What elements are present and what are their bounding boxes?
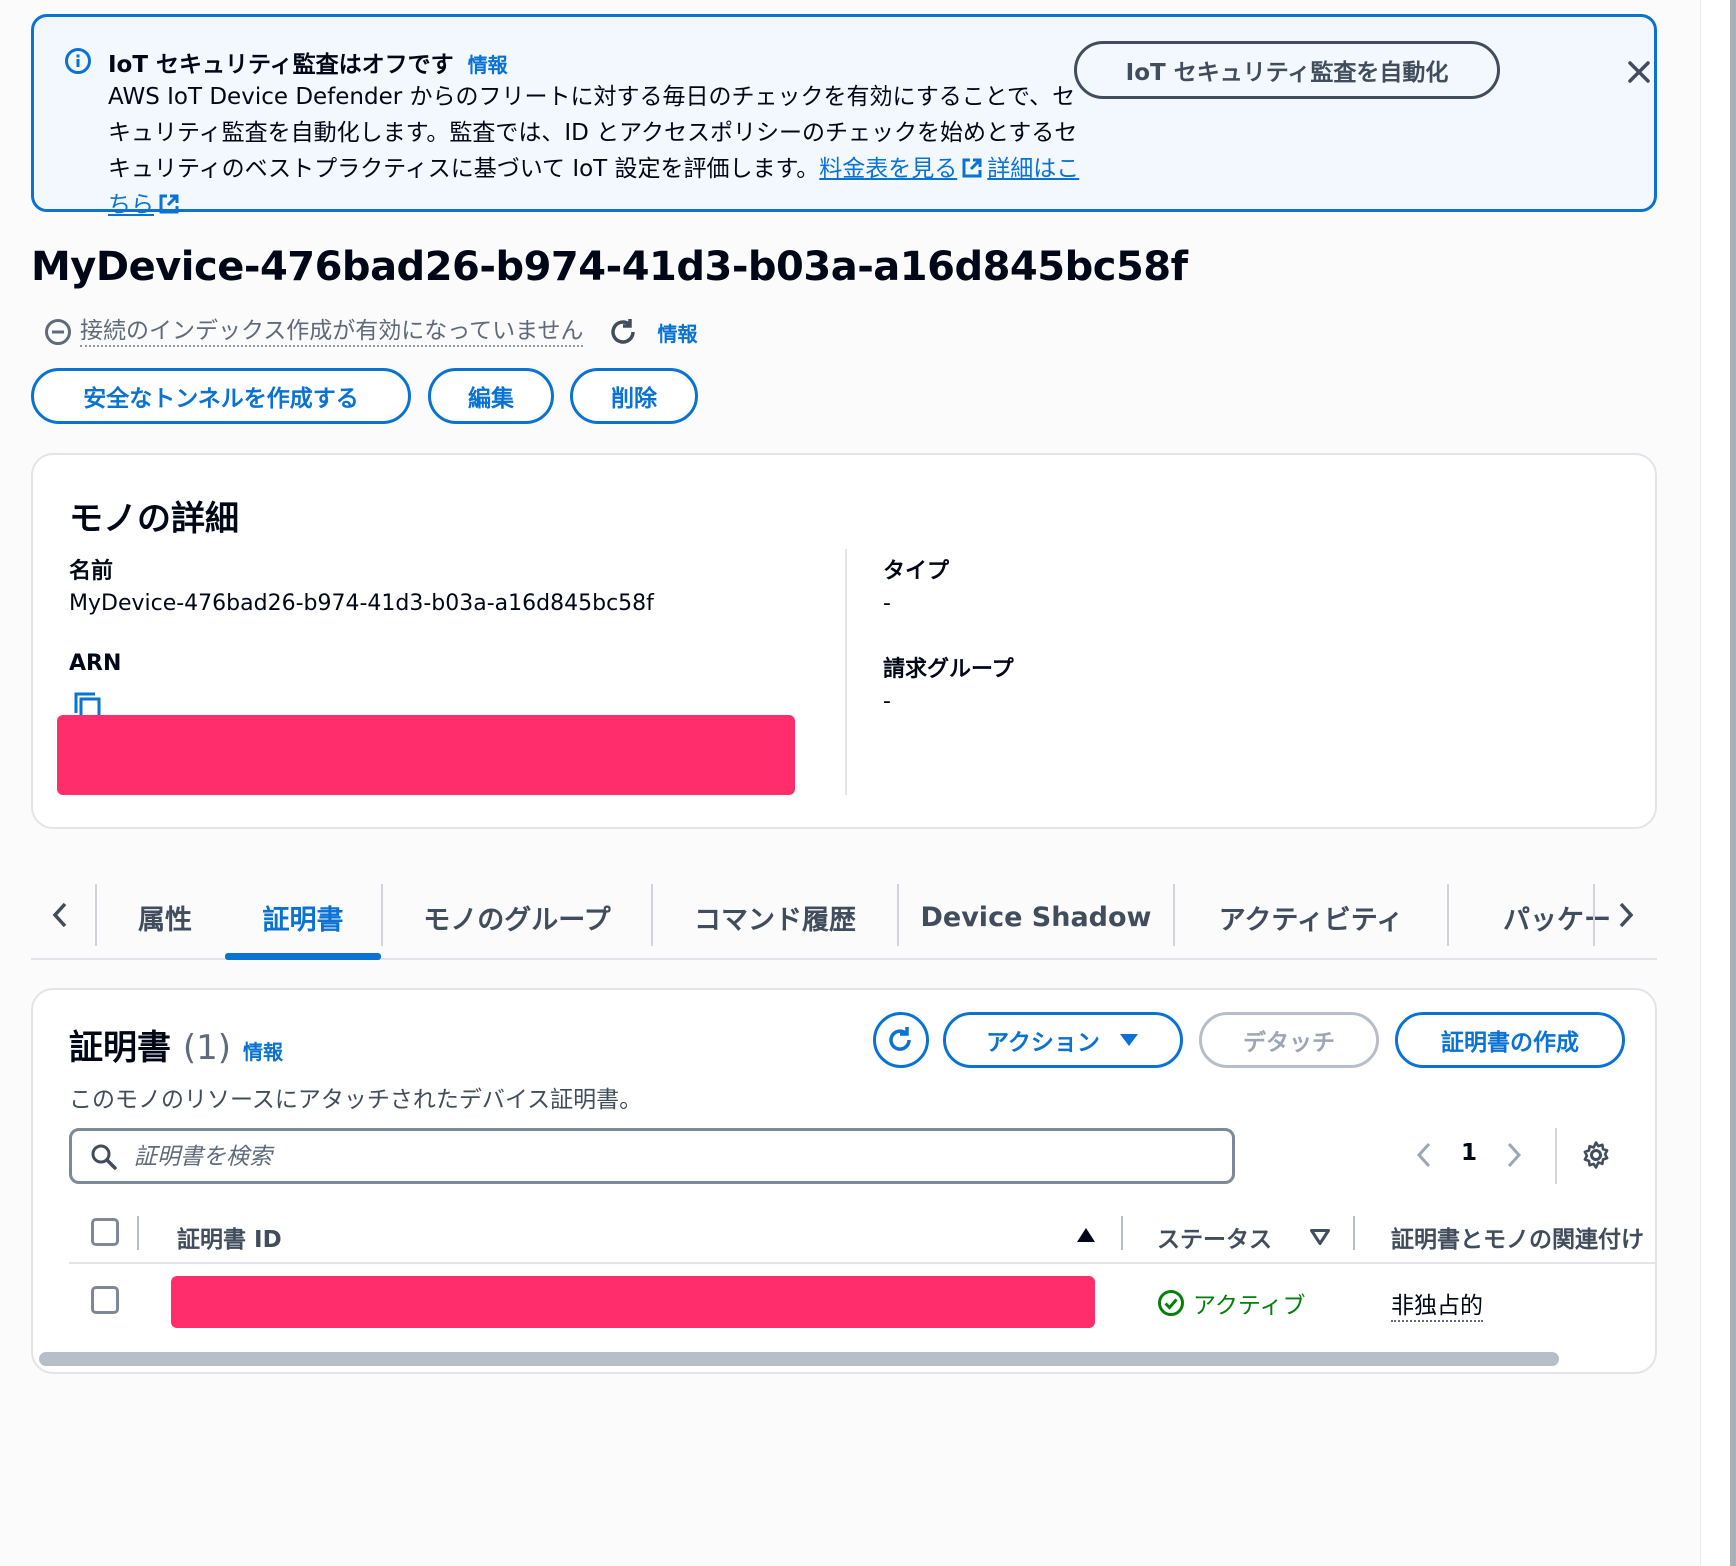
billing-group-label: 請求グループ bbox=[883, 657, 1014, 682]
info-icon bbox=[65, 48, 91, 74]
banner-body: AWS IoT Device Defender からのフリートに対する毎日のチェ… bbox=[108, 79, 1098, 223]
index-info-link[interactable]: 情報 bbox=[657, 318, 697, 347]
active-tab-indicator bbox=[225, 953, 381, 960]
row-checkbox[interactable] bbox=[91, 1286, 119, 1314]
billing-group-value: - bbox=[883, 689, 891, 714]
certificates-heading: 証明書 (1) 情報 bbox=[69, 1020, 283, 1069]
tab-certificates[interactable]: 証明書 bbox=[225, 892, 381, 942]
window-edge bbox=[1700, 0, 1736, 1566]
banner-title: IoT セキュリティ監査はオフです 情報 bbox=[108, 52, 508, 78]
automate-audit-button[interactable]: IoT セキュリティ監査を自動化 bbox=[1074, 41, 1500, 99]
pager-separator bbox=[1555, 1128, 1557, 1184]
tab-attributes[interactable]: 属性 bbox=[103, 892, 227, 942]
column-association[interactable]: 証明書とモノの関連付け bbox=[1391, 1220, 1655, 1254]
status-negative-icon bbox=[45, 319, 71, 345]
tab-separator bbox=[1447, 884, 1449, 946]
tab-packages[interactable]: パッケー bbox=[1451, 892, 1611, 942]
refresh-icon bbox=[889, 1027, 911, 1051]
row-divider bbox=[69, 1262, 1655, 1264]
create-tunnel-button[interactable]: 安全なトンネルを作成する bbox=[31, 368, 411, 424]
tab-separator bbox=[95, 884, 97, 946]
certificates-card: 証明書 (1) 情報 このモノのリソースにアタッチされたデバイス証明書。 アクショ… bbox=[31, 988, 1657, 1374]
certificates-info-link[interactable]: 情報 bbox=[243, 1040, 283, 1064]
arn-value-redacted bbox=[57, 715, 795, 795]
horizontal-scrollbar[interactable] bbox=[39, 1352, 1559, 1366]
delete-button[interactable]: 削除 bbox=[570, 368, 698, 424]
status-text: アクティブ bbox=[1193, 1293, 1306, 1319]
chevron-left-icon[interactable] bbox=[47, 898, 75, 932]
details-heading: モノの詳細 bbox=[69, 499, 239, 539]
chevron-right-icon[interactable] bbox=[1503, 1140, 1525, 1170]
caret-down-icon bbox=[1119, 1034, 1138, 1046]
tab-device-shadow[interactable]: Device Shadow bbox=[899, 892, 1173, 942]
association-value: 非独占的 bbox=[1391, 1286, 1483, 1322]
certificates-title: 証明書 bbox=[69, 1028, 171, 1068]
column-separator bbox=[1353, 1216, 1355, 1250]
refresh-button[interactable] bbox=[873, 1012, 929, 1068]
search-icon bbox=[91, 1144, 117, 1170]
column-status[interactable]: ステータス bbox=[1157, 1220, 1272, 1254]
edit-button[interactable]: 編集 bbox=[428, 368, 554, 424]
column-separator bbox=[1121, 1216, 1123, 1250]
status-badge: アクティブ bbox=[1157, 1286, 1305, 1320]
tab-bar: 属性 証明書 モノのグループ コマンド履歴 Device Shadow アクティ… bbox=[31, 870, 1657, 960]
certificate-search[interactable] bbox=[69, 1128, 1235, 1184]
tab-separator bbox=[1593, 884, 1595, 946]
external-link-icon bbox=[962, 158, 982, 178]
banner-info-link[interactable]: 情報 bbox=[468, 53, 508, 77]
chevron-right-icon[interactable] bbox=[1611, 898, 1639, 932]
certificates-count: (1) bbox=[182, 1028, 232, 1068]
sort-descending-icon[interactable] bbox=[1309, 1228, 1331, 1246]
name-value: MyDevice-476bad26-b974-41d3-b03a-a16d845… bbox=[69, 591, 654, 616]
refresh-icon[interactable] bbox=[607, 316, 639, 348]
tab-activity[interactable]: アクティビティ bbox=[1175, 892, 1447, 942]
create-certificate-button[interactable]: 証明書の作成 bbox=[1395, 1012, 1625, 1068]
certificate-id-redacted[interactable] bbox=[171, 1276, 1095, 1328]
tab-command-history[interactable]: コマンド履歴 bbox=[653, 892, 897, 942]
detach-button[interactable]: デタッチ bbox=[1199, 1012, 1379, 1068]
gear-icon[interactable] bbox=[1581, 1140, 1611, 1170]
index-status-text: 接続のインデックス作成が有効になっていません bbox=[80, 317, 584, 347]
column-divider bbox=[845, 549, 847, 795]
page-title: MyDevice-476bad26-b974-41d3-b03a-a16d845… bbox=[31, 244, 1188, 290]
close-icon[interactable] bbox=[1622, 55, 1656, 89]
column-separator bbox=[137, 1216, 139, 1250]
type-value: - bbox=[883, 591, 891, 616]
actions-dropdown-button[interactable]: アクション bbox=[943, 1012, 1183, 1068]
vertical-scrollbar[interactable] bbox=[1730, 0, 1736, 1566]
search-input[interactable] bbox=[134, 1139, 1214, 1175]
tab-thing-groups[interactable]: モノのグループ bbox=[383, 892, 651, 942]
sort-ascending-icon[interactable] bbox=[1075, 1226, 1097, 1244]
index-status: 接続のインデックス作成が有効になっていません 情報 bbox=[44, 316, 697, 348]
check-circle-icon bbox=[1158, 1290, 1184, 1316]
thing-details-card: モノの詳細 名前 MyDevice-476bad26-b974-41d3-b03… bbox=[31, 453, 1657, 829]
page-number[interactable]: 1 bbox=[1461, 1140, 1477, 1166]
actions-button-label: アクション bbox=[986, 1030, 1100, 1056]
arn-label: ARN bbox=[69, 651, 122, 676]
column-certificate-id[interactable]: 証明書 ID bbox=[177, 1220, 282, 1254]
certificates-description: このモノのリソースにアタッチされたデバイス証明書。 bbox=[69, 1087, 643, 1113]
chevron-left-icon[interactable] bbox=[1413, 1140, 1435, 1170]
pricing-link[interactable]: 料金表を見る bbox=[819, 156, 957, 182]
type-label: タイプ bbox=[883, 559, 950, 584]
external-link-icon bbox=[159, 194, 179, 214]
name-label: 名前 bbox=[69, 559, 114, 584]
select-all-checkbox[interactable] bbox=[91, 1218, 119, 1246]
security-audit-banner: IoT セキュリティ監査はオフです 情報 AWS IoT Device Defen… bbox=[31, 14, 1657, 218]
